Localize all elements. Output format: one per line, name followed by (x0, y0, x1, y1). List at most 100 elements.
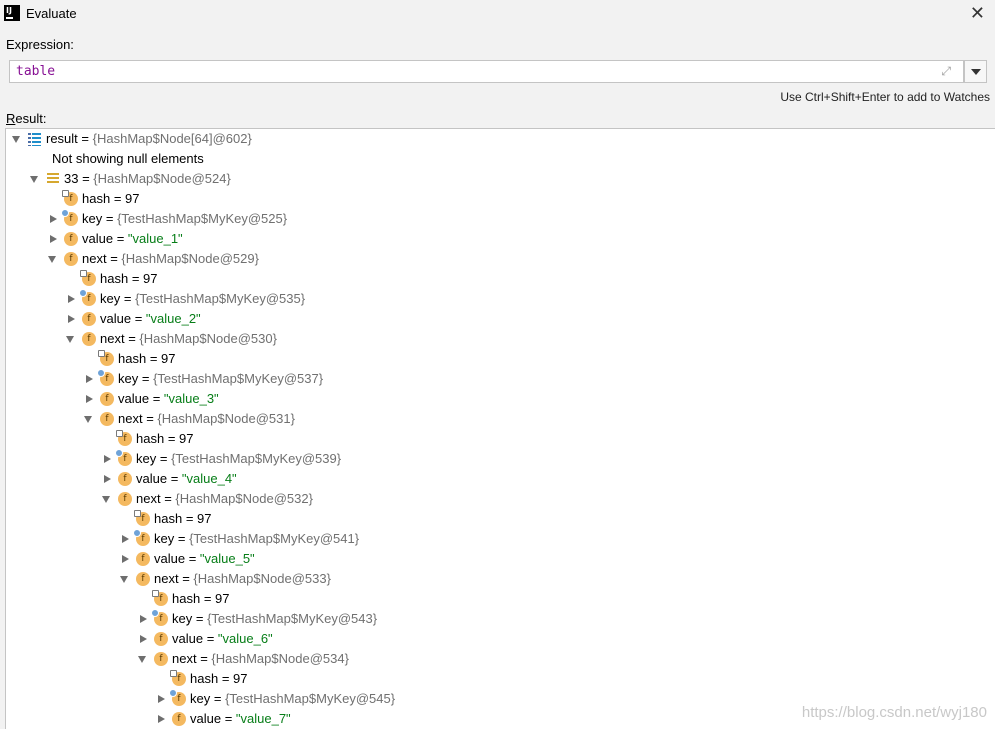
equals-sign: = (203, 631, 218, 646)
collapse-arrow-icon[interactable] (137, 649, 149, 669)
field-name: next (172, 651, 197, 666)
equals-sign: = (164, 431, 180, 446)
final-field-icon: f (115, 449, 132, 466)
field-icon: f (64, 232, 78, 246)
expand-icon[interactable]: ⤢ (941, 64, 951, 79)
equals-sign: = (210, 691, 226, 706)
primitive-field-icon: f (62, 190, 78, 206)
primitive-field-icon: f (98, 350, 114, 366)
final-field-icon: f (61, 209, 78, 226)
expand-arrow-icon[interactable] (101, 449, 113, 469)
expand-arrow-icon[interactable] (65, 309, 77, 329)
field-name: value (100, 311, 132, 326)
field-name: key (154, 531, 175, 546)
expression-history-dropdown[interactable] (964, 60, 987, 83)
expression-input[interactable]: table ⤢ (9, 60, 964, 83)
primitive-field-icon: f (152, 590, 168, 606)
field-name: next (118, 411, 143, 426)
collapse-arrow-icon[interactable] (47, 249, 59, 269)
field-value: "value_6" (217, 631, 273, 646)
field-value: "value_3" (163, 391, 219, 406)
equals-sign: = (128, 271, 144, 286)
equals-sign: = (185, 551, 200, 566)
expand-arrow-icon[interactable] (83, 389, 95, 409)
field-icon: f (100, 392, 114, 406)
field-value: {HashMap$Node@533} (193, 571, 331, 586)
field-name: hash (190, 671, 219, 686)
field-icon: f (118, 472, 132, 486)
field-name: result (46, 131, 78, 146)
final-field-icon: f (97, 369, 114, 386)
field-icon: f (100, 412, 114, 426)
equals-sign: = (120, 291, 136, 306)
result-label: Result: (6, 111, 46, 126)
field-value: {TestHashMap$MyKey@539} (171, 451, 342, 466)
result-label-rest: esult: (15, 111, 47, 126)
equals-sign: = (77, 131, 93, 146)
field-name: 33 (64, 171, 79, 186)
expand-arrow-icon[interactable] (83, 369, 95, 389)
expand-arrow-icon[interactable] (47, 229, 59, 249)
equals-sign: = (200, 591, 216, 606)
field-name: hash (82, 191, 111, 206)
field-icon: f (136, 572, 150, 586)
field-name: next (100, 331, 125, 346)
expand-arrow-icon[interactable] (119, 529, 131, 549)
expand-arrow-icon[interactable] (137, 609, 149, 629)
final-field-icon: f (133, 529, 150, 546)
field-name: hash (154, 511, 183, 526)
field-icon: f (154, 652, 168, 666)
expand-arrow-icon[interactable] (65, 289, 77, 309)
info-message: Not showing null elements (52, 151, 204, 166)
field-value: {HashMap$Node@534} (211, 651, 349, 666)
equals-sign: = (131, 311, 146, 326)
field-icon: f (82, 332, 96, 346)
collapse-arrow-icon[interactable] (119, 569, 131, 589)
field-name: hash (172, 591, 201, 606)
field-value: {TestHashMap$MyKey@541} (189, 531, 360, 546)
expand-arrow-icon[interactable] (101, 469, 113, 489)
field-icon: f (82, 312, 96, 326)
expand-arrow-icon[interactable] (119, 549, 131, 569)
window-title: Evaluate (26, 6, 77, 21)
array-element-icon (47, 173, 59, 185)
expression-value[interactable]: table (16, 64, 55, 79)
primitive-field-icon: f (170, 670, 186, 686)
close-icon[interactable]: ✕ (970, 3, 985, 24)
expand-arrow-icon[interactable] (155, 689, 167, 709)
collapse-arrow-icon[interactable] (11, 129, 23, 149)
expand-arrow-icon[interactable] (47, 209, 59, 229)
collapse-arrow-icon[interactable] (65, 329, 77, 349)
expand-arrow-icon[interactable] (137, 629, 149, 649)
equals-sign: = (196, 651, 212, 666)
result-tree[interactable]: https://blog.csdn.net/wyj180 result = {H… (5, 128, 995, 729)
field-value: 97 (125, 191, 140, 206)
field-name: key (118, 371, 139, 386)
field-value: "value_1" (127, 231, 183, 246)
equals-sign: = (156, 451, 172, 466)
field-name: hash (136, 431, 165, 446)
field-value: {HashMap$Node@529} (121, 251, 259, 266)
field-value: 97 (179, 431, 194, 446)
field-name: key (100, 291, 121, 306)
field-name: next (154, 571, 179, 586)
field-name: key (136, 451, 157, 466)
equals-sign: = (178, 571, 194, 586)
equals-sign: = (138, 371, 154, 386)
field-name: value (172, 631, 204, 646)
field-value: {HashMap$Node@524} (93, 171, 231, 186)
field-value: {HashMap$Node@531} (157, 411, 295, 426)
title-bar: IJ Evaluate ✕ (0, 0, 995, 28)
field-value: "value_4" (181, 471, 237, 486)
field-value: {TestHashMap$MyKey@537} (153, 371, 324, 386)
expand-arrow-icon[interactable] (155, 709, 167, 729)
field-name: hash (100, 271, 129, 286)
final-field-icon: f (79, 289, 96, 306)
equals-sign: = (167, 471, 182, 486)
field-value: {TestHashMap$MyKey@535} (135, 291, 306, 306)
collapse-arrow-icon[interactable] (101, 489, 113, 509)
collapse-arrow-icon[interactable] (83, 409, 95, 429)
field-value: {TestHashMap$MyKey@545} (225, 691, 396, 706)
collapse-arrow-icon[interactable] (29, 169, 41, 189)
field-value: {HashMap$Node[64]@602} (92, 131, 252, 146)
